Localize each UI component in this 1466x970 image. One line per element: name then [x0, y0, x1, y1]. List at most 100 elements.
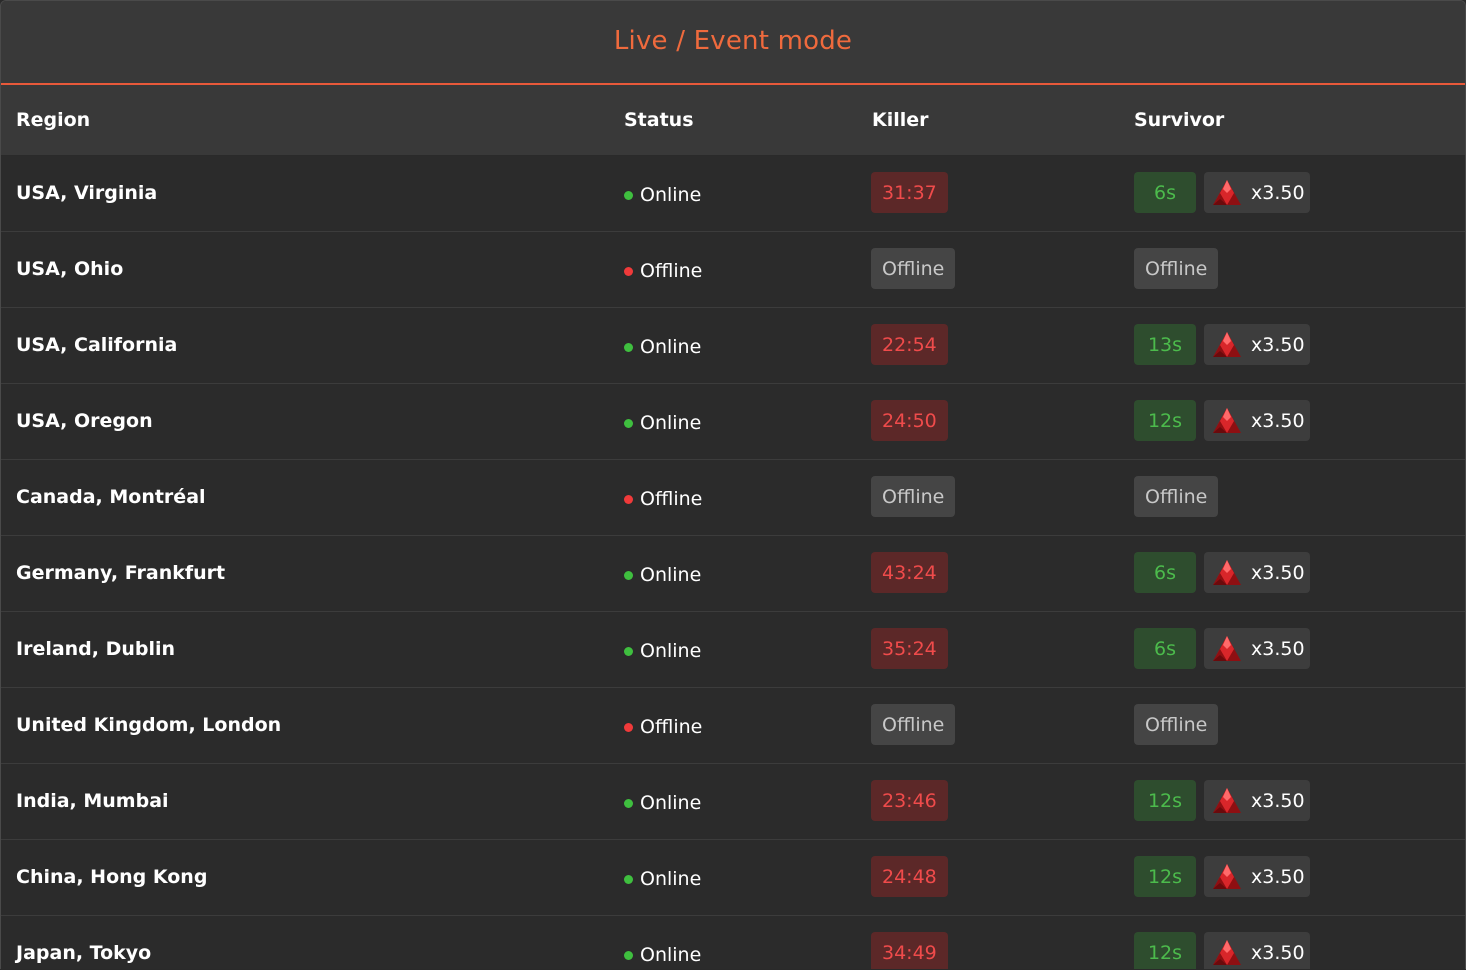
- status-indicator: Online: [624, 792, 701, 814]
- title-bar: Live / Event mode: [1, 1, 1465, 85]
- online-dot-icon: [624, 874, 633, 884]
- multiplier-value: x3.50: [1251, 637, 1305, 660]
- table-row: India, Mumbai Online 23:46 12s x3.50: [1, 764, 1465, 840]
- region-name: Canada, Montréal: [16, 486, 206, 508]
- status-text: Online: [640, 792, 702, 814]
- offline-dot-icon: [624, 266, 633, 276]
- multiplier-value: x3.50: [1251, 941, 1305, 964]
- bloodpoint-multiplier-badge: x3.50: [1204, 400, 1310, 441]
- status-indicator: Offline: [624, 716, 702, 738]
- red-shard-icon: [1213, 863, 1241, 889]
- status-text: Online: [640, 944, 702, 966]
- red-shard-icon: [1213, 559, 1241, 585]
- online-dot-icon: [624, 190, 633, 200]
- status-text: Online: [640, 184, 702, 206]
- status-indicator: Offline: [624, 488, 702, 510]
- status-indicator: Online: [624, 412, 701, 434]
- bloodpoint-multiplier-badge: x3.50: [1204, 856, 1310, 897]
- survivor-queue-time-badge: 12s: [1134, 780, 1196, 821]
- column-header-region: Region: [16, 109, 91, 131]
- region-name: Germany, Frankfurt: [16, 562, 226, 584]
- multiplier-value: x3.50: [1251, 409, 1305, 432]
- region-name: USA, Ohio: [16, 258, 124, 280]
- status-indicator: Offline: [624, 260, 702, 282]
- online-dot-icon: [624, 798, 633, 808]
- multiplier-value: x3.50: [1251, 865, 1305, 888]
- survivor-queue-time-badge: 6s: [1134, 628, 1196, 669]
- status-text: Online: [640, 640, 702, 662]
- table-row: Japan, Tokyo Online 34:49 12s x3.50: [1, 916, 1465, 969]
- killer-queue-time-badge: 24:50: [871, 400, 948, 441]
- column-header-killer: Killer: [872, 109, 929, 131]
- region-name: USA, Virginia: [16, 182, 158, 204]
- table-row: USA, Oregon Online 24:50 12s x3.50: [1, 384, 1465, 460]
- killer-offline-badge: Offline: [871, 704, 956, 745]
- survivor-queue-time-badge: 12s: [1134, 932, 1196, 969]
- table-header: Region Status Killer Survivor: [1, 85, 1465, 156]
- bloodpoint-multiplier-badge: x3.50: [1204, 552, 1310, 593]
- survivor-queue-time-badge: 13s: [1134, 324, 1196, 365]
- status-text: Offline: [640, 716, 703, 738]
- red-shard-icon: [1213, 787, 1241, 813]
- red-shard-icon: [1213, 939, 1241, 965]
- column-header-status: Status: [624, 109, 694, 131]
- region-name: USA, California: [16, 334, 178, 356]
- survivor-queue-time-badge: 6s: [1134, 172, 1196, 213]
- table-row: USA, California Online 22:54 13s x3.50: [1, 308, 1465, 384]
- killer-offline-badge: Offline: [871, 476, 956, 517]
- region-name: USA, Oregon: [16, 410, 153, 432]
- offline-dot-icon: [624, 494, 633, 504]
- online-dot-icon: [624, 646, 633, 656]
- column-header-survivor: Survivor: [1134, 109, 1225, 131]
- status-indicator: Online: [624, 184, 701, 206]
- survivor-offline-badge: Offline: [1134, 704, 1219, 745]
- survivor-queue-time-badge: 6s: [1134, 552, 1196, 593]
- bloodpoint-multiplier-badge: x3.50: [1204, 932, 1310, 969]
- table-row: United Kingdom, London Offline Offline Offl…: [1, 688, 1465, 764]
- page-title: Live / Event mode: [613, 26, 853, 56]
- offline-dot-icon: [624, 722, 633, 732]
- status-indicator: Online: [624, 336, 701, 358]
- status-text: Online: [640, 336, 702, 358]
- table-row: Germany, Frankfurt Online 43:24 6s x3.50: [1, 536, 1465, 612]
- region-name: Ireland, Dublin: [16, 638, 176, 660]
- multiplier-value: x3.50: [1251, 789, 1305, 812]
- region-name: China, Hong Kong: [16, 866, 208, 888]
- status-indicator: Online: [624, 564, 701, 586]
- region-name: India, Mumbai: [16, 790, 169, 812]
- online-dot-icon: [624, 570, 633, 580]
- red-shard-icon: [1213, 635, 1241, 661]
- table-row: Ireland, Dublin Online 35:24 6s x3.50: [1, 612, 1465, 688]
- region-name: Japan, Tokyo: [16, 942, 152, 964]
- killer-queue-time-badge: 24:48: [871, 856, 948, 897]
- survivor-offline-badge: Offline: [1134, 248, 1219, 289]
- online-dot-icon: [624, 418, 633, 428]
- survivor-offline-badge: Offline: [1134, 476, 1219, 517]
- status-text: Online: [640, 868, 702, 890]
- table-row: USA, Ohio Offline Offline Offline: [1, 232, 1465, 308]
- killer-queue-time-badge: 31:37: [871, 172, 948, 213]
- multiplier-value: x3.50: [1251, 561, 1305, 584]
- bloodpoint-multiplier-badge: x3.50: [1204, 628, 1310, 669]
- online-dot-icon: [624, 342, 633, 352]
- killer-offline-badge: Offline: [871, 248, 956, 289]
- survivor-queue-time-badge: 12s: [1134, 856, 1196, 897]
- table-row: China, Hong Kong Online 24:48 12s x3.50: [1, 840, 1465, 916]
- killer-queue-time-badge: 34:49: [871, 932, 948, 969]
- killer-queue-time-badge: 23:46: [871, 780, 948, 821]
- status-text: Offline: [640, 260, 703, 282]
- region-name: United Kingdom, London: [16, 714, 282, 736]
- status-indicator: Online: [624, 868, 701, 890]
- bloodpoint-multiplier-badge: x3.50: [1204, 324, 1310, 365]
- table-row: USA, Virginia Online 31:37 6s x3.50: [1, 156, 1465, 232]
- status-indicator: Online: [624, 944, 701, 966]
- bloodpoint-multiplier-badge: x3.50: [1204, 172, 1310, 213]
- table-row: Canada, Montréal Offline Offline Offline: [1, 460, 1465, 536]
- red-shard-icon: [1213, 407, 1241, 433]
- multiplier-value: x3.50: [1251, 333, 1305, 356]
- online-dot-icon: [624, 950, 633, 960]
- multiplier-value: x3.50: [1251, 181, 1305, 204]
- red-shard-icon: [1213, 331, 1241, 357]
- survivor-queue-time-badge: 12s: [1134, 400, 1196, 441]
- status-indicator: Online: [624, 640, 701, 662]
